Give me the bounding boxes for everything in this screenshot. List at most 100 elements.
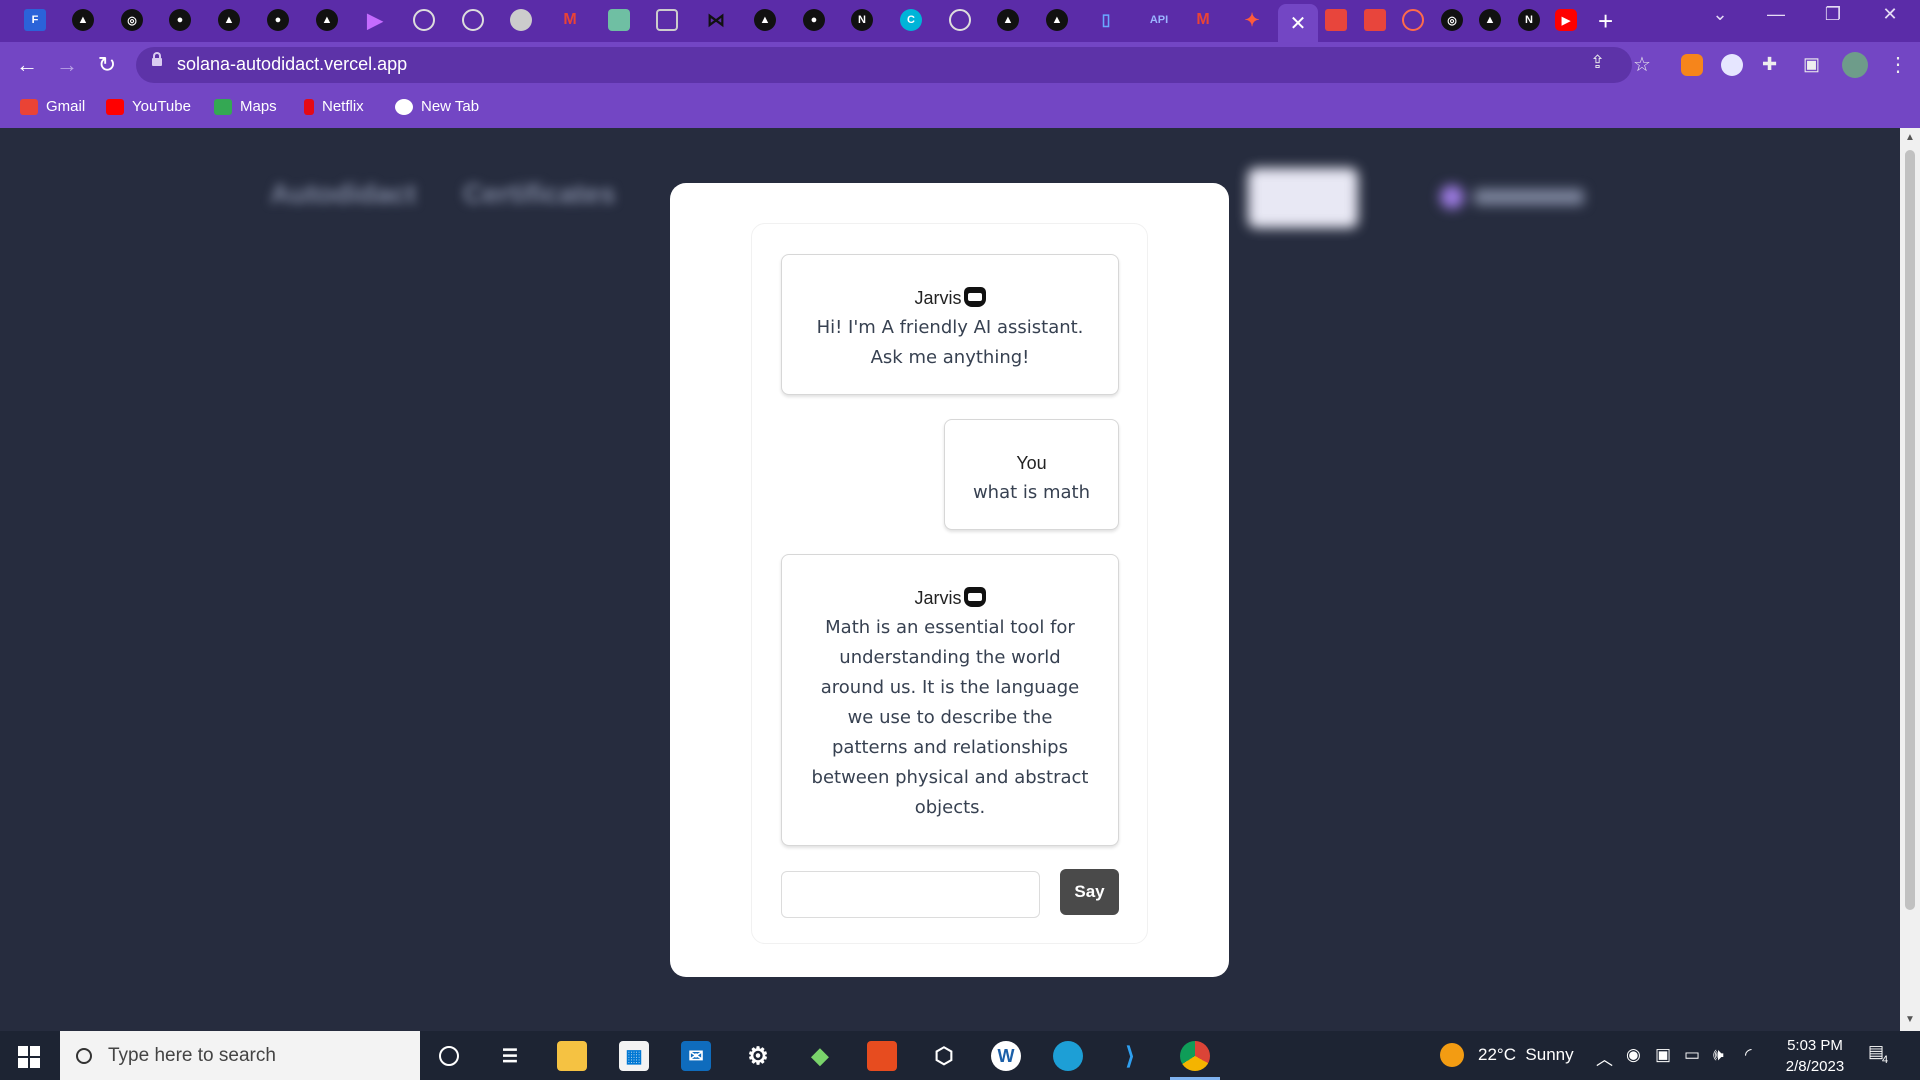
weather-sun-icon[interactable] [1440, 1043, 1464, 1067]
tab-favicon[interactable]: ▲ [997, 9, 1019, 31]
tab-favicon-notion[interactable]: N [1518, 9, 1540, 31]
bookmark-maps[interactable]: Maps [214, 98, 277, 115]
close-icon[interactable]: ✕ [1290, 11, 1307, 36]
tab-favicon[interactable] [656, 9, 678, 31]
metamask-icon[interactable] [1681, 54, 1703, 76]
tab-favicon-notion[interactable]: N [851, 9, 873, 31]
notification-icon[interactable]: ▤ 4 [1868, 1042, 1888, 1066]
url-text[interactable]: solana-autodidact.vercel.app [177, 54, 407, 75]
store-icon[interactable]: ▦ [619, 1041, 649, 1071]
avatar[interactable] [1842, 52, 1868, 78]
say-button[interactable]: Say [1060, 869, 1119, 915]
bookmark-label: Gmail [46, 98, 86, 115]
tab-favicon[interactable]: ▲ [1046, 9, 1068, 31]
chat-input[interactable] [781, 871, 1040, 918]
tab-search-icon[interactable]: ⌄ [1700, 4, 1740, 25]
tab-favicon-gmail[interactable]: M [1192, 9, 1214, 31]
weather-text[interactable]: 22°C Sunny [1478, 1045, 1574, 1065]
nav-item-blurred: Certificates [463, 178, 616, 209]
tray-icon[interactable]: ▣ [1655, 1045, 1671, 1065]
minimize-icon[interactable]: — [1756, 4, 1796, 25]
search-icon [76, 1047, 92, 1064]
app-icon[interactable]: W [991, 1041, 1021, 1071]
restore-icon[interactable]: ❐ [1813, 4, 1853, 25]
tab-favicon[interactable] [1325, 9, 1347, 31]
bookmark-star-icon[interactable]: ☆ [1633, 52, 1651, 77]
tab-favicon-github[interactable]: ● [169, 9, 191, 31]
task-view-icon[interactable]: ☰ [495, 1041, 525, 1071]
clock[interactable]: 5:03 PM 2/8/2023 [1775, 1035, 1855, 1077]
taskbar-search[interactable]: Type here to search [60, 1031, 420, 1080]
office-icon[interactable] [867, 1041, 897, 1071]
tab-favicon-play[interactable]: ▶ [364, 9, 386, 32]
vscode-icon[interactable]: ⟩ [1115, 1041, 1145, 1071]
gmail-icon [20, 98, 38, 115]
scroll-up-icon[interactable]: ▲ [1905, 132, 1915, 143]
forward-icon[interactable]: → [52, 50, 82, 80]
tab-favicon[interactable]: ⋈ [705, 9, 727, 31]
page-scrollbar[interactable]: ▲ ▼ [1900, 128, 1920, 1031]
tab-favicon[interactable]: C [900, 9, 922, 31]
volume-icon[interactable]: 🕪 [1713, 1045, 1724, 1065]
scroll-thumb[interactable] [1905, 150, 1915, 910]
chevron-up-icon[interactable]: ︿ [1596, 1045, 1613, 1070]
message-text: Hi! I'm A friendly AI assistant. Ask me … [816, 317, 1084, 368]
tab-favicon-youtube[interactable]: ▶ [1555, 9, 1577, 31]
mail-icon[interactable]: ✉ [681, 1041, 711, 1071]
chat-message-bot: Jarvis Hi! I'm A friendly AI assistant. … [781, 254, 1119, 395]
extensions-icon[interactable]: ✚ [1762, 54, 1777, 75]
lock-icon[interactable] [152, 52, 162, 66]
scroll-down-icon[interactable]: ▼ [1905, 1014, 1915, 1025]
bookmark-label: Netflix [322, 98, 364, 115]
tab-favicon-openai[interactable] [949, 9, 971, 31]
tab-favicon-openai[interactable] [608, 9, 630, 31]
tab-favicon[interactable]: ▲ [1479, 9, 1501, 31]
bookmark-new-tab[interactable]: New Tab [395, 98, 479, 115]
bookmark-youtube[interactable]: YouTube [106, 98, 191, 115]
tray-icon[interactable]: ◉ [1626, 1045, 1641, 1065]
tab-favicon[interactable]: ▲ [218, 9, 240, 31]
bookmark-gmail[interactable]: Gmail [20, 98, 85, 115]
tab-favicon[interactable]: ▯ [1095, 9, 1117, 31]
tab-favicon-openai[interactable] [413, 9, 435, 31]
extension-icon[interactable] [1721, 54, 1743, 76]
search-placeholder: Type here to search [108, 1044, 276, 1066]
tab-favicon[interactable]: ◎ [1441, 9, 1463, 31]
chrome-menu-icon[interactable]: ⋮ [1888, 52, 1908, 77]
wifi-icon[interactable]: ◜ [1745, 1045, 1752, 1065]
settings-gear-icon[interactable]: ⚙ [743, 1041, 773, 1071]
tab-favicon[interactable]: ▲ [754, 9, 776, 31]
active-tab[interactable]: ✕ [1278, 4, 1318, 42]
close-window-icon[interactable]: ✕ [1870, 4, 1910, 25]
tab-favicon[interactable]: ◎ [121, 9, 143, 31]
tab-favicon[interactable]: ▲ [72, 9, 94, 31]
cortana-icon[interactable] [434, 1041, 464, 1071]
message-sender: You [1016, 453, 1047, 473]
tab-favicon-f[interactable]: F [24, 9, 46, 31]
battery-icon[interactable]: ▭ [1684, 1045, 1700, 1065]
back-icon[interactable]: ← [12, 50, 42, 80]
app-icon[interactable]: ◆ [805, 1041, 835, 1071]
tab-favicon-medium[interactable]: ● [267, 9, 289, 31]
tab-favicon-api[interactable]: API [1143, 9, 1175, 31]
tab-favicon[interactable] [1364, 9, 1386, 31]
tab-favicon[interactable]: ▲ [316, 9, 338, 31]
new-tab-button[interactable]: + [1598, 6, 1613, 37]
side-panel-icon[interactable]: ▣ [1803, 54, 1820, 75]
chrome-icon[interactable] [1180, 1041, 1210, 1071]
taskbar: Type here to search ☰ ▦ ✉ ⚙ ◆ ⬡ W ⟩ 22°C… [0, 1031, 1920, 1080]
file-explorer-icon[interactable] [557, 1041, 587, 1071]
bookmark-netflix[interactable]: Netflix [304, 98, 364, 115]
tab-favicon[interactable] [510, 9, 532, 31]
edge-icon[interactable] [1053, 1041, 1083, 1071]
tab-favicon[interactable]: ● [803, 9, 825, 31]
tab-favicon[interactable] [1402, 9, 1424, 31]
windows-start-icon[interactable] [18, 1046, 40, 1068]
globe-icon [395, 98, 413, 115]
reload-icon[interactable]: ↻ [92, 50, 122, 80]
tab-favicon-gmail[interactable]: M [559, 9, 581, 31]
tab-favicon[interactable]: ✦ [1241, 9, 1263, 31]
tab-favicon-openai[interactable] [462, 9, 484, 31]
unity-icon[interactable]: ⬡ [929, 1041, 959, 1071]
share-icon[interactable]: ⇪ [1590, 52, 1605, 73]
